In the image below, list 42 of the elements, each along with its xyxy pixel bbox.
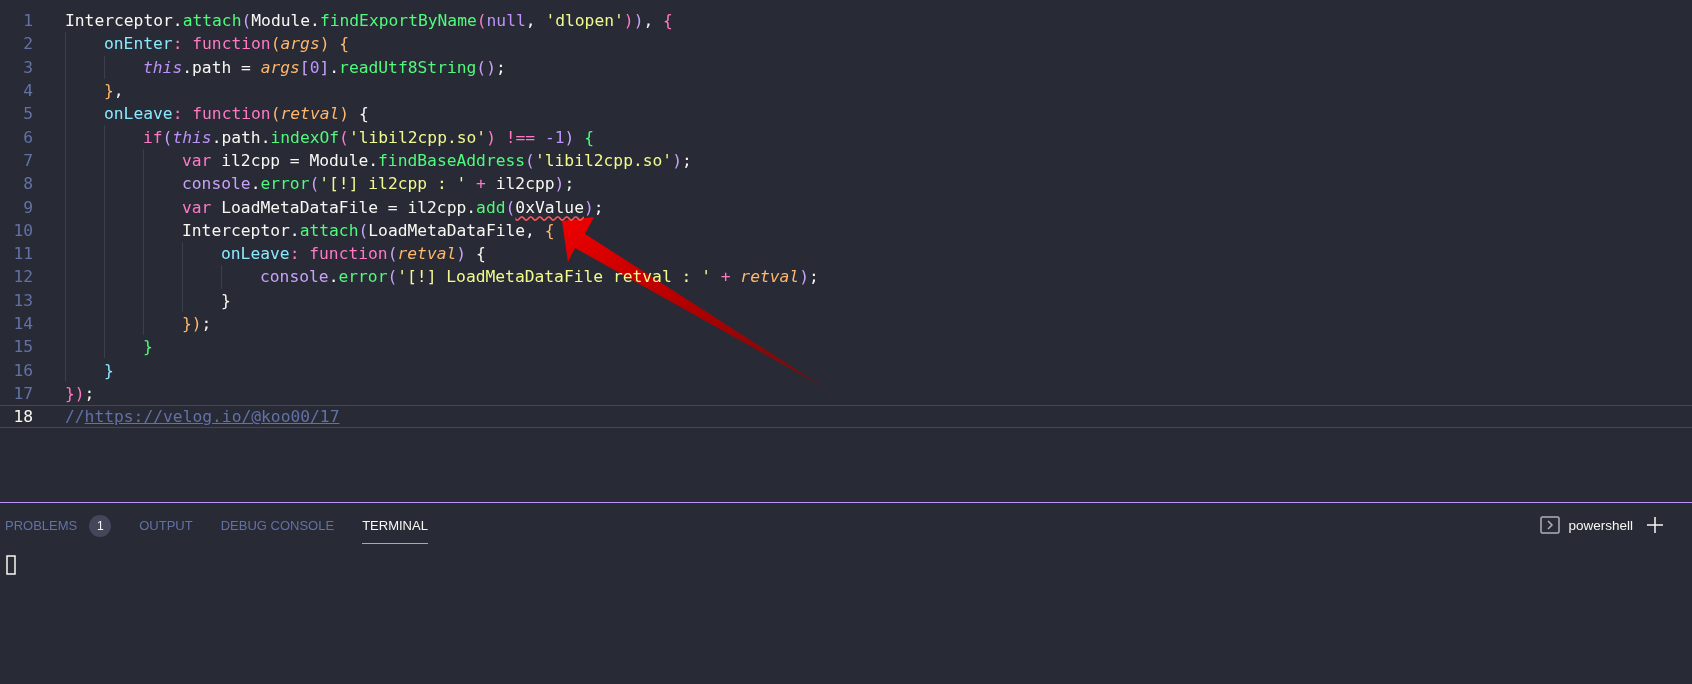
- line-number: 7: [22, 149, 33, 172]
- code-line: if(this.path.indexOf('libil2cpp.so') !== -1) {: [143, 126, 594, 149]
- line-number: 12: [12, 266, 33, 289]
- line-number: 18: [12, 406, 33, 428]
- line-number: 15: [12, 336, 33, 359]
- line-number: 17: [12, 382, 33, 405]
- line-number: 10: [12, 219, 33, 242]
- terminal-icon: [1540, 516, 1561, 534]
- line-number: 13: [12, 289, 33, 312]
- code-line: }: [104, 359, 114, 382]
- line-number: 16: [12, 359, 33, 382]
- code-line: });: [65, 382, 95, 405]
- line-number: 11: [12, 243, 33, 266]
- line-number: 9: [22, 196, 33, 219]
- panel-tab[interactable]: TERMINAL: [362, 506, 428, 544]
- code-line: //https://velog.io/@koo00/17: [65, 406, 340, 428]
- code-line: },: [104, 80, 124, 103]
- code-line: onEnter: function(args) {: [104, 33, 350, 56]
- code-line: Interceptor.attach(Module.findExportByName(null, 'dlopen')), {: [65, 10, 673, 33]
- line-number: 2: [22, 33, 33, 56]
- code-line: Interceptor.attach(LoadMetaDataFile, {: [182, 219, 555, 242]
- cursor-icon: [6, 555, 16, 575]
- line-number: 3: [22, 56, 33, 79]
- code-line: this.path = args[0].readUtf8String();: [143, 56, 506, 79]
- code-line: onLeave: function(retval) {: [104, 103, 369, 126]
- code-line: console.error('[!] il2cpp : ' + il2cpp);: [182, 173, 575, 196]
- line-number: 14: [12, 313, 33, 335]
- count-badge: 1: [89, 514, 112, 537]
- code-line: });: [182, 313, 212, 335]
- code-line: var LoadMetaDataFile = il2cpp.add(0xValue);: [182, 196, 604, 219]
- add-terminal-icon[interactable]: [1647, 517, 1663, 533]
- code-line: }: [143, 336, 153, 359]
- line-number: 8: [22, 173, 33, 196]
- code-line: onLeave: function(retval) {: [221, 243, 486, 266]
- line-number: 5: [22, 103, 33, 126]
- line-number: 4: [22, 80, 33, 103]
- line-number: 6: [22, 126, 33, 149]
- code-line: var il2cpp = Module.findBaseAddress('libil2cpp.so');: [182, 149, 692, 172]
- panel-tab[interactable]: PROBLEMS 1: [5, 502, 112, 548]
- terminal-selector[interactable]: powershell: [1540, 516, 1633, 534]
- line-number: 1: [22, 10, 33, 33]
- code-line: }: [221, 289, 231, 312]
